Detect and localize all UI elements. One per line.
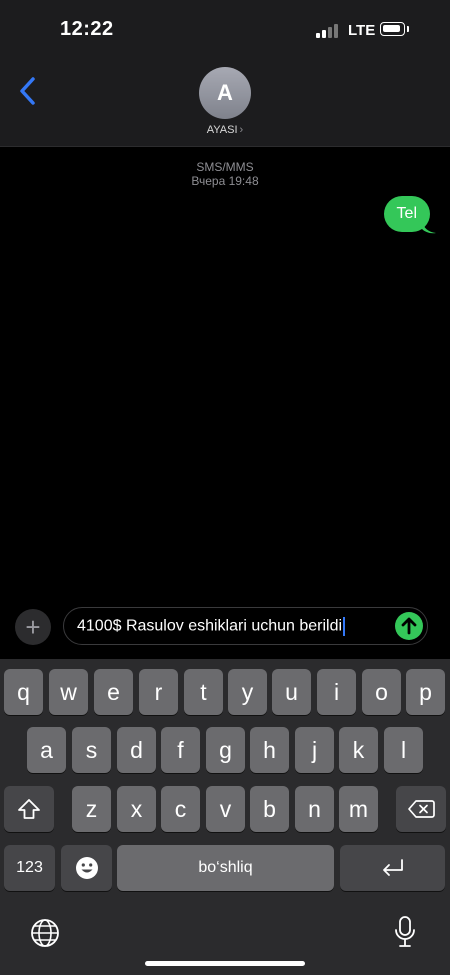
key-b[interactable]: b: [250, 786, 289, 832]
key-q[interactable]: q: [4, 669, 43, 715]
status-bar: 12:22 LTE: [0, 0, 450, 60]
cellular-signal-icon: [316, 24, 340, 38]
add-attachment-button[interactable]: +: [15, 609, 51, 645]
key-x[interactable]: x: [117, 786, 156, 832]
contact-avatar[interactable]: A: [199, 67, 251, 119]
return-key[interactable]: [340, 845, 445, 891]
key-l[interactable]: l: [384, 727, 423, 773]
service-label: SMS/MMS: [196, 160, 254, 174]
home-indicator[interactable]: [145, 961, 305, 966]
key-w[interactable]: w: [49, 669, 88, 715]
plus-icon: +: [25, 611, 41, 642]
delete-icon: [408, 800, 435, 818]
key-k[interactable]: k: [339, 727, 378, 773]
key-p[interactable]: p: [406, 669, 445, 715]
microphone-icon[interactable]: [393, 915, 417, 954]
key-i[interactable]: i: [317, 669, 356, 715]
key-t[interactable]: t: [184, 669, 223, 715]
key-s[interactable]: s: [72, 727, 111, 773]
numbers-key[interactable]: 123: [4, 845, 55, 891]
emoji-icon: [75, 857, 98, 879]
shift-icon: [18, 799, 40, 819]
key-f[interactable]: f: [161, 727, 200, 773]
key-j[interactable]: j: [295, 727, 334, 773]
key-g[interactable]: g: [206, 727, 245, 773]
key-h[interactable]: h: [250, 727, 289, 773]
message-text: Tel: [396, 205, 417, 222]
key-c[interactable]: c: [161, 786, 200, 832]
key-m[interactable]: m: [339, 786, 378, 832]
back-chevron-icon[interactable]: [16, 74, 42, 108]
key-a[interactable]: a: [27, 727, 66, 773]
status-time: 12:22: [60, 18, 114, 40]
key-r[interactable]: r: [139, 669, 178, 715]
avatar-initial: A: [217, 80, 233, 105]
key-e[interactable]: e: [94, 669, 133, 715]
return-icon: [382, 859, 403, 876]
key-o[interactable]: o: [362, 669, 401, 715]
key-d[interactable]: d: [117, 727, 156, 773]
globe-icon[interactable]: [30, 918, 60, 953]
message-input[interactable]: 4100$ Rasulov eshiklari uchun berildi: [63, 607, 428, 645]
emoji-key[interactable]: [61, 845, 112, 891]
key-v[interactable]: v: [206, 786, 245, 832]
contact-chevron-icon: ›: [239, 124, 244, 136]
key-z[interactable]: z: [72, 786, 111, 832]
contact-name[interactable]: AYASI ›: [0, 124, 450, 136]
network-type: LTE: [348, 22, 376, 39]
text-caret: [343, 617, 346, 636]
message-input-text: 4100$ Rasulov eshiklari uchun berildi: [77, 617, 343, 635]
contact-name-label: AYASI: [206, 124, 238, 136]
battery-icon: [380, 22, 405, 36]
key-y[interactable]: y: [228, 669, 267, 715]
conversation-header: A AYASI ›: [0, 60, 450, 147]
delete-key[interactable]: [396, 786, 446, 832]
message-timestamp: Вчера 19:48: [191, 174, 259, 188]
battery-tip: [407, 26, 409, 32]
key-n[interactable]: n: [295, 786, 334, 832]
space-key[interactable]: bo‘shliq: [117, 845, 334, 891]
shift-key[interactable]: [4, 786, 54, 832]
send-button[interactable]: [395, 612, 423, 640]
key-u[interactable]: u: [272, 669, 311, 715]
send-arrow-icon: [401, 617, 417, 635]
bubble-tail: [422, 222, 436, 234]
